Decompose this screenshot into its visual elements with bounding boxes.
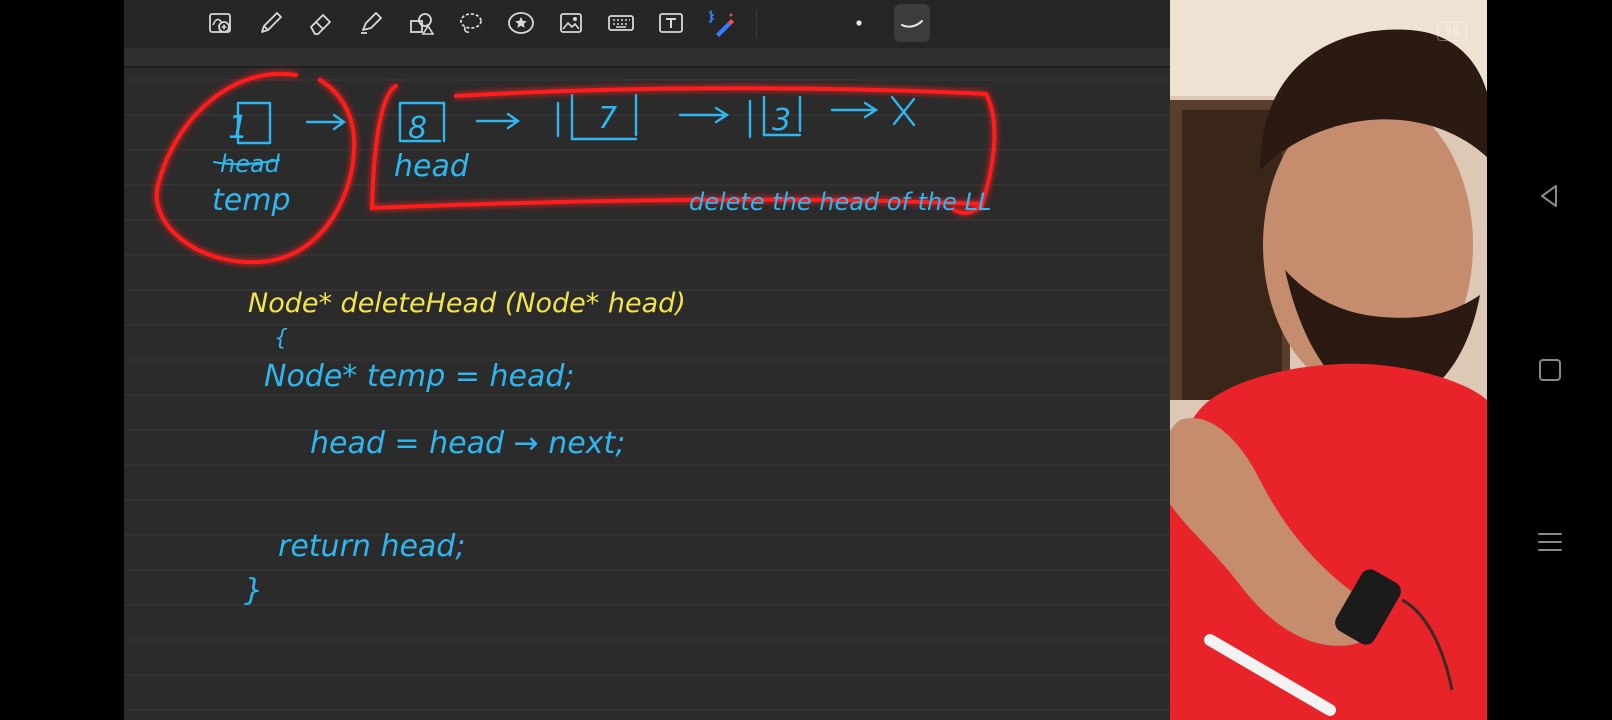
recents-menu-icon[interactable] (1534, 526, 1566, 558)
presenter-image (1170, 0, 1487, 720)
shapes-icon[interactable] (406, 8, 436, 38)
text-box-icon[interactable] (656, 8, 686, 38)
pen-icon[interactable] (256, 8, 286, 38)
ruled-lines (124, 79, 1170, 711)
back-triangle-icon[interactable] (1534, 180, 1566, 212)
video-badge: 98 (1437, 22, 1467, 41)
home-square-icon[interactable] (1534, 354, 1566, 386)
zoom-box-icon[interactable] (206, 8, 236, 38)
thin-stroke-icon[interactable] (894, 4, 930, 42)
webcam-video: 98 (1170, 0, 1487, 720)
bluetooth-pen-icon[interactable] (706, 8, 736, 38)
dot-size-icon[interactable] (844, 8, 874, 38)
lasso-icon[interactable] (456, 8, 486, 38)
sticker-icon[interactable] (506, 8, 536, 38)
system-nav-bar (1487, 0, 1612, 720)
toolbar (124, 0, 1170, 49)
toolbar-divider (756, 10, 757, 38)
notes-canvas[interactable]: 1 8 7 3 head temp head delete the head o… (124, 0, 1170, 720)
page-edge (124, 48, 1170, 68)
highlighter-icon[interactable] (356, 8, 386, 38)
eraser-icon[interactable] (306, 8, 336, 38)
image-icon[interactable] (556, 8, 586, 38)
keyboard-icon[interactable] (606, 8, 636, 38)
